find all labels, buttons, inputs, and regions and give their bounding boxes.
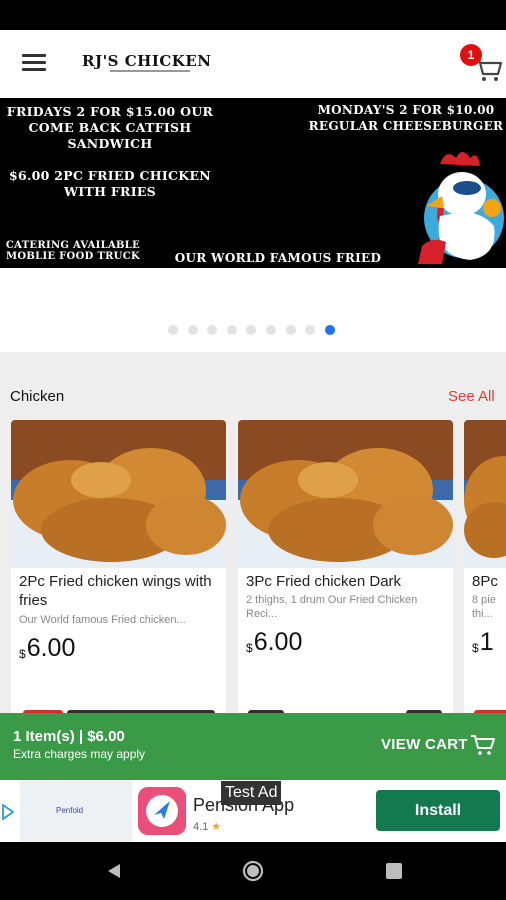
carousel-dot[interactable] bbox=[187, 325, 198, 335]
product-card[interactable]: 3Pc Fried chicken Dark 2 thighs, 1 drum … bbox=[238, 420, 453, 720]
see-all-link[interactable]: See All bbox=[448, 388, 495, 405]
price-currency: $ bbox=[246, 641, 253, 655]
app-bar: RJ'S CHICKEN 1 bbox=[0, 30, 506, 98]
product-description: Our World famous Fried chicken... bbox=[19, 614, 186, 626]
price-value: 6.00 bbox=[253, 628, 303, 656]
price-value: 1 bbox=[479, 628, 494, 656]
banner-friday-promo: FRIDAYS 2 FOR $15.00 OUR COME BACK CATFI… bbox=[6, 104, 214, 151]
banner-monday-promo: MONDAY'S 2 FOR $10.00 REGULAR CHEESEBURG… bbox=[308, 103, 504, 133]
cart-icon[interactable] bbox=[470, 733, 496, 757]
cart-count-badge: 1 bbox=[460, 44, 482, 66]
product-card[interactable]: 8Pc 8 pie thi... $1 bbox=[464, 420, 506, 720]
cart-summary: 1 Item(s) | $6.00 bbox=[13, 728, 125, 745]
pension-app-icon bbox=[138, 787, 186, 835]
recent-apps-icon[interactable] bbox=[386, 863, 402, 879]
back-icon[interactable] bbox=[105, 862, 123, 880]
carousel-dot[interactable] bbox=[305, 325, 316, 335]
banner-famous-chicken: OUR WORLD FAMOUS FRIED CHICKEN bbox=[174, 251, 382, 268]
banner-catering: CATERING AVAILABLE MOBLIE FOOD TRUCK bbox=[5, 240, 141, 262]
install-button[interactable]: Install bbox=[376, 790, 500, 831]
view-cart-button[interactable]: VIEW CART bbox=[381, 736, 468, 753]
logo-underline bbox=[110, 70, 190, 72]
section-title: Chicken bbox=[10, 388, 65, 405]
promo-banner[interactable]: FRIDAYS 2 FOR $15.00 OUR COME BACK CATFI… bbox=[0, 98, 506, 268]
carousel-indicator-area bbox=[0, 268, 506, 352]
fried-chicken-image bbox=[238, 420, 453, 568]
ad-choices-icon[interactable] bbox=[2, 804, 14, 820]
menu-icon[interactable] bbox=[22, 54, 48, 74]
carousel-dot[interactable] bbox=[265, 325, 276, 335]
ad-rating-value: 4.1 bbox=[193, 821, 209, 833]
status-bar bbox=[0, 0, 506, 30]
star-icon: ★ bbox=[211, 821, 222, 833]
carousel-dot[interactable] bbox=[285, 325, 296, 335]
product-card[interactable]: 2Pc Fried chicken wings with fries Our W… bbox=[11, 420, 226, 720]
product-title: 8Pc bbox=[472, 573, 498, 590]
home-icon[interactable] bbox=[242, 860, 264, 882]
product-title: 3Pc Fried chicken Dark bbox=[246, 573, 402, 590]
product-description: 2 thighs, 1 drum Our Fried Chicken Reci.… bbox=[246, 594, 418, 620]
carousel-dot-active[interactable] bbox=[324, 325, 335, 335]
carousel-dot[interactable] bbox=[246, 325, 257, 335]
product-title: 2Pc Fried chicken wings with fries bbox=[19, 573, 212, 609]
product-price: $1 bbox=[472, 628, 494, 657]
cart-extra-charges: Extra charges may apply bbox=[13, 747, 146, 761]
app-logo: RJ'S CHICKEN bbox=[82, 52, 212, 70]
carousel-dots[interactable] bbox=[168, 325, 344, 337]
carousel-dot[interactable] bbox=[207, 325, 218, 335]
price-value: 6.00 bbox=[26, 634, 76, 662]
cart-summary-bar[interactable]: 1 Item(s) | $6.00 Extra charges may appl… bbox=[0, 713, 506, 780]
carousel-dot[interactable] bbox=[226, 325, 237, 335]
test-ad-label: Test Ad bbox=[221, 781, 282, 805]
fried-chicken-image bbox=[464, 420, 506, 568]
price-currency: $ bbox=[472, 641, 479, 655]
ad-thumbnail: Penfold bbox=[20, 780, 132, 842]
system-nav-bar bbox=[0, 842, 506, 900]
ad-thumbnail-brand: Penfold bbox=[56, 806, 84, 815]
fried-chicken-image bbox=[11, 420, 226, 568]
price-currency: $ bbox=[19, 647, 26, 661]
rooster-mascot-icon bbox=[418, 152, 504, 264]
product-description: 8 pie thi... bbox=[472, 594, 496, 620]
product-price: $6.00 bbox=[19, 634, 75, 663]
ad-rating: 4.1 ★ bbox=[193, 820, 221, 833]
carousel-dot[interactable] bbox=[168, 325, 178, 335]
banner-price-promo: $6.00 2PC FRIED CHICKEN WITH FRIES bbox=[9, 168, 211, 199]
product-price: $6.00 bbox=[246, 628, 302, 657]
